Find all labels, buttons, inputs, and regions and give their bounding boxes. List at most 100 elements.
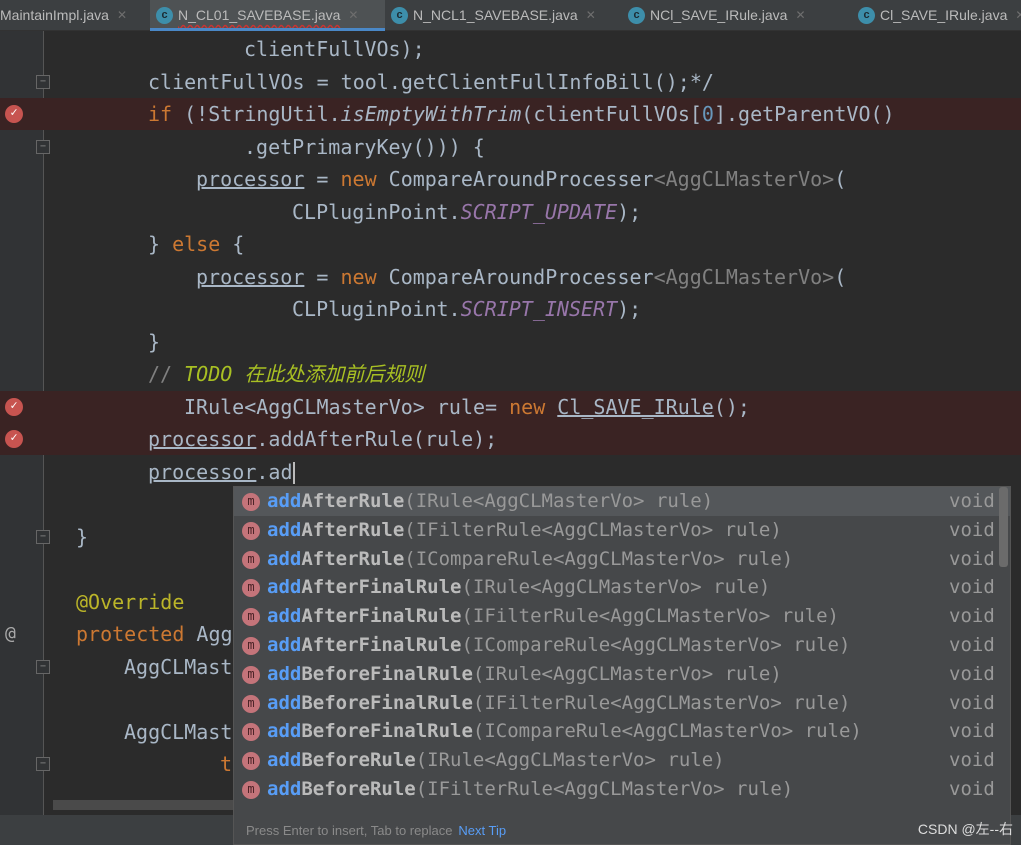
completion-scrollbar[interactable] bbox=[999, 487, 1008, 567]
completion-rest: BeforeFinalRule bbox=[301, 662, 473, 685]
breakpoint-icon[interactable]: ✓ bbox=[5, 430, 23, 448]
close-icon[interactable]: ✕ bbox=[586, 8, 596, 22]
completion-return-type: void bbox=[949, 576, 995, 599]
completion-rest: AfterRule bbox=[301, 547, 405, 570]
code-line: − .getPrimaryKey())) { bbox=[0, 131, 1021, 163]
override-marker-icon[interactable]: @ bbox=[5, 618, 16, 650]
completion-rest: AfterRule bbox=[301, 490, 405, 512]
tab-cl-save-irule-java[interactable]: c Cl_SAVE_IRule.java ✕ bbox=[852, 0, 1021, 30]
horizontal-scrollbar[interactable] bbox=[53, 800, 233, 810]
class-icon: c bbox=[156, 6, 173, 24]
completion-match: add bbox=[267, 691, 302, 714]
completion-item[interactable]: m addBeforeRule(IFilterRule<AggCLMasterVo… bbox=[234, 775, 1010, 804]
fold-icon[interactable]: − bbox=[36, 659, 50, 674]
class-icon: c bbox=[858, 6, 875, 24]
code-token: = bbox=[304, 167, 341, 191]
completion-item[interactable]: m addAfterFinalRule(IRule<AggCLMasterVo> … bbox=[234, 573, 1010, 602]
completion-return-type: void bbox=[949, 749, 995, 772]
code-line: CLPluginPoint.SCRIPT_UPDATE); bbox=[0, 196, 1021, 228]
code-token: (); bbox=[713, 394, 750, 419]
code-token: SCRIPT_UPDATE bbox=[460, 199, 618, 224]
code-token: clientFullVOs = tool.getClientFullInfoBi… bbox=[148, 69, 714, 94]
fold-icon[interactable]: − bbox=[36, 757, 50, 771]
code-token: AggCLMast bbox=[124, 719, 233, 744]
code-token: // bbox=[148, 362, 185, 386]
code-token: <AggCLMasterVo> bbox=[653, 167, 835, 191]
code-token: } bbox=[76, 524, 89, 549]
completion-params: (IRule<AggCLMasterVo> rule) bbox=[415, 749, 725, 772]
completion-item[interactable]: m addBeforeFinalRule(ICompareRule<AggCLMa… bbox=[234, 717, 1010, 746]
completion-match: add bbox=[267, 547, 302, 570]
fold-icon[interactable]: − bbox=[36, 139, 50, 154]
completion-item[interactable]: m addAfterRule(IFilterRule<AggCLMasterVo>… bbox=[234, 516, 1010, 545]
code-text: AggCLMast bbox=[124, 716, 232, 748]
completion-params: (IRule<AggCLMasterVo> rule) bbox=[461, 576, 771, 599]
tab-n-ncl1-savebase-java[interactable]: c N_NCL1_SAVEBASE.java ✕ bbox=[385, 0, 622, 30]
completion-params: (IRule<AggCLMasterVo> rule) bbox=[472, 662, 782, 685]
code-line: − clientFullVOs = tool.getClientFullInfoB… bbox=[0, 66, 1021, 98]
code-text: // TODO 在此处添加前后规则 bbox=[148, 358, 424, 390]
code-text: CLPluginPoint.SCRIPT_UPDATE); bbox=[292, 196, 641, 228]
completion-item[interactable]: m addBeforeFinalRule(IRule<AggCLMasterVo>… bbox=[234, 660, 1010, 689]
completion-return-type: void bbox=[949, 605, 995, 628]
completion-name: addAfterFinalRule(IRule<AggCLMasterVo> r… bbox=[267, 573, 770, 602]
code-token: ( bbox=[834, 264, 847, 289]
completion-params: (IFilterRule<AggCLMasterVo> rule) bbox=[472, 691, 851, 714]
completion-return-type: void bbox=[949, 662, 995, 685]
completion-item[interactable]: m addAfterRule(ICompareRule<AggCLMasterVo… bbox=[234, 545, 1010, 574]
completion-rest: AfterFinalRule bbox=[301, 605, 462, 628]
completion-name: addBeforeRule(IFilterRule<AggCLMasterVo>… bbox=[267, 775, 793, 804]
code-token: @Override bbox=[76, 589, 185, 614]
breakpoint-icon[interactable]: ✓ bbox=[5, 105, 23, 123]
code-token: clientFullVOs); bbox=[244, 37, 425, 61]
code-line: } else { bbox=[0, 228, 1021, 260]
tab-maintainimpl-java[interactable]: MaintainImpl.java ✕ bbox=[0, 0, 150, 30]
code-token: AggCLMast bbox=[124, 654, 233, 679]
completion-return-type: void bbox=[949, 490, 995, 512]
close-icon[interactable]: ✕ bbox=[117, 8, 127, 22]
completion-hint: Press Enter to insert, Tab to replace bbox=[246, 823, 453, 838]
code-token: CompareAroundProcesser bbox=[376, 264, 654, 289]
fold-icon[interactable]: − bbox=[36, 529, 50, 544]
method-icon: m bbox=[242, 608, 260, 627]
code-line: ✓ IRule<AggCLMasterVo> rule= new Cl_SAVE_… bbox=[0, 390, 1021, 423]
completion-match: add bbox=[267, 720, 302, 743]
code-line: // TODO 在此处添加前后规则 bbox=[0, 358, 1021, 390]
completion-item[interactable]: m addAfterFinalRule(ICompareRule<AggCLMas… bbox=[234, 631, 1010, 660]
completion-item[interactable]: m addBeforeRule(IRule<AggCLMasterVo> rule… bbox=[234, 746, 1010, 775]
code-line: processor = new CompareAroundProcesser<A… bbox=[0, 261, 1021, 293]
code-token: new bbox=[340, 167, 377, 191]
code-token: ( bbox=[834, 167, 847, 191]
completion-return-type: void bbox=[949, 634, 995, 656]
completion-params: (ICompareRule<AggCLMasterVo> rule) bbox=[472, 720, 862, 743]
code-token: .getPrimaryKey())) { bbox=[244, 134, 485, 159]
completion-rest: BeforeFinalRule bbox=[301, 691, 473, 714]
completion-name: addAfterRule(IFilterRule<AggCLMasterVo> … bbox=[267, 516, 782, 545]
tab-n-cl01-savebase-java[interactable]: c N_CL01_SAVEBASE.java ✕ bbox=[150, 0, 385, 31]
method-icon: m bbox=[242, 752, 260, 771]
completion-rest: AfterFinalRule bbox=[301, 576, 462, 599]
completion-match: add bbox=[267, 605, 302, 628]
code-token: CompareAroundProcesser bbox=[376, 167, 654, 191]
completion-item[interactable]: m addAfterFinalRule(IFilterRule<AggCLMast… bbox=[234, 602, 1010, 631]
code-token: new bbox=[340, 264, 377, 289]
watermark: CSDN @左--右 bbox=[917, 821, 1013, 837]
code-token: CLPluginPoint. bbox=[292, 297, 461, 321]
completion-rest: AfterFinalRule bbox=[301, 634, 462, 656]
code-text: protected Agg bbox=[76, 618, 233, 650]
tab-ncl-save-irule-java[interactable]: c NCl_SAVE_IRule.java ✕ bbox=[622, 0, 852, 30]
close-icon[interactable]: ✕ bbox=[1015, 8, 1021, 22]
fold-icon[interactable]: − bbox=[36, 74, 50, 89]
completion-item[interactable]: m addAfterRule(IRule<AggCLMasterVo> rule)… bbox=[234, 487, 1010, 516]
next-tip-link[interactable]: Next Tip bbox=[458, 823, 506, 838]
completion-name: addAfterFinalRule(ICompareRule<AggCLMast… bbox=[267, 631, 850, 660]
breakpoint-icon[interactable]: ✓ bbox=[5, 397, 23, 416]
completion-item[interactable]: m addBeforeFinalRule(IFilterRule<AggCLMas… bbox=[234, 689, 1010, 718]
completion-params: (IRule<AggCLMasterVo> rule) bbox=[404, 490, 714, 512]
close-icon[interactable]: ✕ bbox=[795, 8, 805, 22]
close-icon[interactable]: ✕ bbox=[348, 8, 358, 22]
code-token: Cl_SAVE_IRule bbox=[557, 394, 714, 419]
completion-match: add bbox=[267, 490, 302, 512]
completion-return-type: void bbox=[949, 518, 995, 541]
